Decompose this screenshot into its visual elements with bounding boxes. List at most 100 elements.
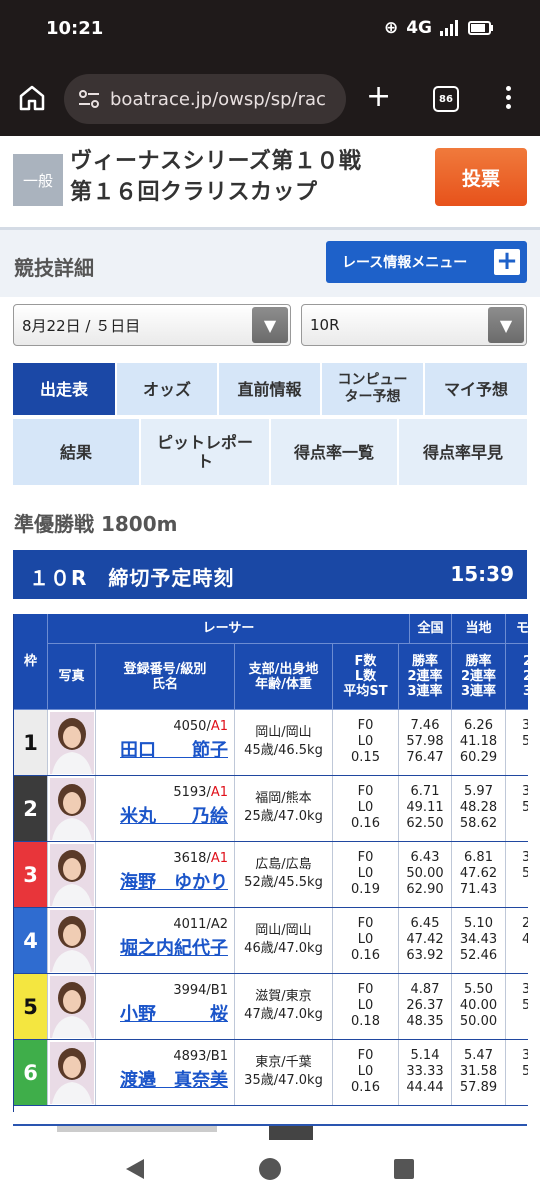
national-rate-value: 48.35 (406, 1014, 444, 1029)
racer-name-link[interactable]: 田口 節子 (96, 736, 228, 762)
racer-photo[interactable] (48, 842, 96, 907)
race-info-menu-button[interactable]: レース情報メニュー + (326, 241, 527, 283)
racer-photo[interactable] (48, 710, 96, 775)
tabs-icon[interactable]: 86 (433, 86, 459, 112)
racer-class: A2 (210, 917, 228, 932)
tab-score-rate-list[interactable]: 得点率一覧 (271, 419, 397, 485)
header-motor: モ (506, 614, 528, 644)
tab-pre-race-info[interactable]: 直前情報 (219, 363, 320, 415)
national-rate-value: 50.00 (406, 866, 444, 881)
local-rate-value: 47.62 (459, 866, 498, 881)
battery-icon (468, 21, 493, 35)
registration-id: 3994/ (173, 983, 211, 998)
vote-button[interactable]: 投票 (435, 148, 527, 206)
age-weight: 47歳/47.0kg (244, 1007, 323, 1022)
f-count: F0 (357, 982, 374, 997)
racer-name-link[interactable]: 渡邉 真奈美 (96, 1066, 228, 1092)
frame-number: 5 (14, 974, 48, 1039)
address-bar[interactable]: boatrace.jp/owsp/sp/rac (64, 74, 346, 124)
local-rate-value: 5.97 (464, 784, 493, 799)
frame-number: 1 (14, 710, 48, 775)
f-l-st: F0 L0 0.16 (333, 1040, 399, 1105)
age-weight: 46歳/47.0kg (244, 941, 323, 956)
racer-photo[interactable] (48, 908, 96, 973)
local-rates: 5.50 40.00 50.00 (452, 974, 506, 1039)
motor-rate-value: 5 (522, 998, 528, 1014)
race-title-line1: ヴィーナスシリーズ第１０戦 (70, 149, 362, 174)
race-select[interactable]: 10R ▼ (301, 304, 527, 346)
branch-age-weight: 岡山/岡山 46歳/47.0kg (235, 908, 333, 973)
branch-birthplace: 滋賀/東京 (255, 989, 312, 1004)
racer-name-link[interactable]: 小野 桜 (96, 1000, 228, 1026)
deadline-bar: １０R 締切予定時刻 15:39 (13, 550, 527, 599)
detail-section: 競技詳細 レース情報メニュー + (0, 227, 540, 297)
national-rate-value: 33.33 (406, 1064, 444, 1079)
branch-age-weight: 滋賀/東京 47歳/47.0kg (235, 974, 333, 1039)
racer-name-link[interactable]: 堀之内紀代子 (96, 934, 228, 960)
date-select-value: 8月22日 / ５日目 (22, 316, 141, 335)
header-photo: 写真 (48, 644, 96, 710)
local-rate-value: 52.46 (459, 948, 498, 963)
table-row: 2 5193/A1 米丸 乃絵 福岡/熊本 25歳/47.0kg F0 L0 0.16 6.71… (14, 776, 528, 842)
national-rate-value: 26.37 (406, 998, 444, 1013)
l-count: L0 (357, 998, 374, 1013)
race-title: ヴィーナスシリーズ第１０戦 第１６回クラリスカップ (70, 146, 361, 208)
racer-photo-image (49, 975, 94, 1038)
tab-entry-table[interactable]: 出走表 (13, 363, 115, 415)
national-rate-value: 57.98 (406, 734, 444, 749)
local-rate-value: 48.28 (459, 800, 498, 815)
plus-icon: + (494, 248, 520, 275)
local-rate-value: 34.43 (459, 932, 498, 947)
national-rate-value: 6.71 (410, 784, 440, 799)
national-rate-value: 7.46 (410, 718, 440, 733)
racer-photo[interactable] (48, 1040, 96, 1105)
racer-info: 3618/A1 海野 ゆかり (96, 842, 235, 907)
frame-number: 2 (14, 776, 48, 841)
back-triangle-icon[interactable] (124, 1158, 146, 1180)
branch-birthplace: 岡山/岡山 (255, 725, 312, 740)
racer-info: 4050/A1 田口 節子 (96, 710, 235, 775)
racer-name-link[interactable]: 米丸 乃絵 (96, 802, 228, 828)
motor-rate-value: 3 (522, 718, 528, 734)
tab-odds[interactable]: オッズ (117, 363, 217, 415)
header-local: 当地 (452, 614, 506, 644)
status-icons: ⊕ 4G (384, 18, 494, 38)
avg-st: 0.15 (351, 750, 380, 765)
tab-computer-prediction[interactable]: コンピュー ター予想 (322, 363, 423, 415)
grade-badge: 一般 (13, 154, 63, 206)
avg-st: 0.18 (351, 1014, 380, 1029)
race-info-menu-label: レース情報メニュー (342, 255, 468, 271)
tab-score-rate-quick[interactable]: 得点率早見 (399, 419, 527, 485)
tab-pit-report[interactable]: ピットレポー ト (141, 419, 269, 485)
new-tab-plus-icon[interactable]: + (366, 82, 391, 112)
motor-rates: 35 (506, 1040, 528, 1105)
racer-photo[interactable] (48, 776, 96, 841)
l-count: L0 (357, 932, 374, 947)
home-icon[interactable] (18, 84, 46, 112)
national-rate-value: 49.11 (406, 800, 444, 815)
racer-photo[interactable] (48, 974, 96, 1039)
racer-name-link[interactable]: 海野 ゆかり (96, 868, 228, 894)
f-l-st: F0 L0 0.18 (333, 974, 399, 1039)
header-national: 全国 (410, 614, 452, 644)
national-rate-value: 63.92 (406, 948, 444, 963)
browser-toolbar: boatrace.jp/owsp/sp/rac + 86 (0, 62, 540, 136)
racer-photo-image (49, 909, 94, 972)
more-vert-icon[interactable] (498, 84, 518, 112)
motor-rate-value: 3 (522, 850, 528, 866)
table-row: 3 3618/A1 海野 ゆかり 広島/広島 52歳/45.5kg F0 L0 0.19 6.4… (14, 842, 528, 908)
local-rate-value: 5.50 (464, 982, 493, 997)
race-select-value: 10R (310, 316, 340, 334)
tune-icon[interactable] (78, 88, 100, 110)
url-text: boatrace.jp/owsp/sp/rac (110, 88, 326, 110)
date-select[interactable]: 8月22日 / ５日目 ▼ (13, 304, 291, 346)
national-rate-value: 6.43 (410, 850, 440, 865)
racer-info: 3994/B1 小野 桜 (96, 974, 235, 1039)
national-rate-value: 76.47 (406, 750, 444, 765)
recents-square-icon[interactable] (394, 1159, 414, 1179)
tab-my-prediction[interactable]: マイ予想 (425, 363, 527, 415)
local-rate-value: 40.00 (459, 998, 498, 1013)
home-circle-icon[interactable] (258, 1157, 282, 1181)
registration-id: 4050/ (173, 719, 211, 734)
tab-results[interactable]: 結果 (13, 419, 139, 485)
